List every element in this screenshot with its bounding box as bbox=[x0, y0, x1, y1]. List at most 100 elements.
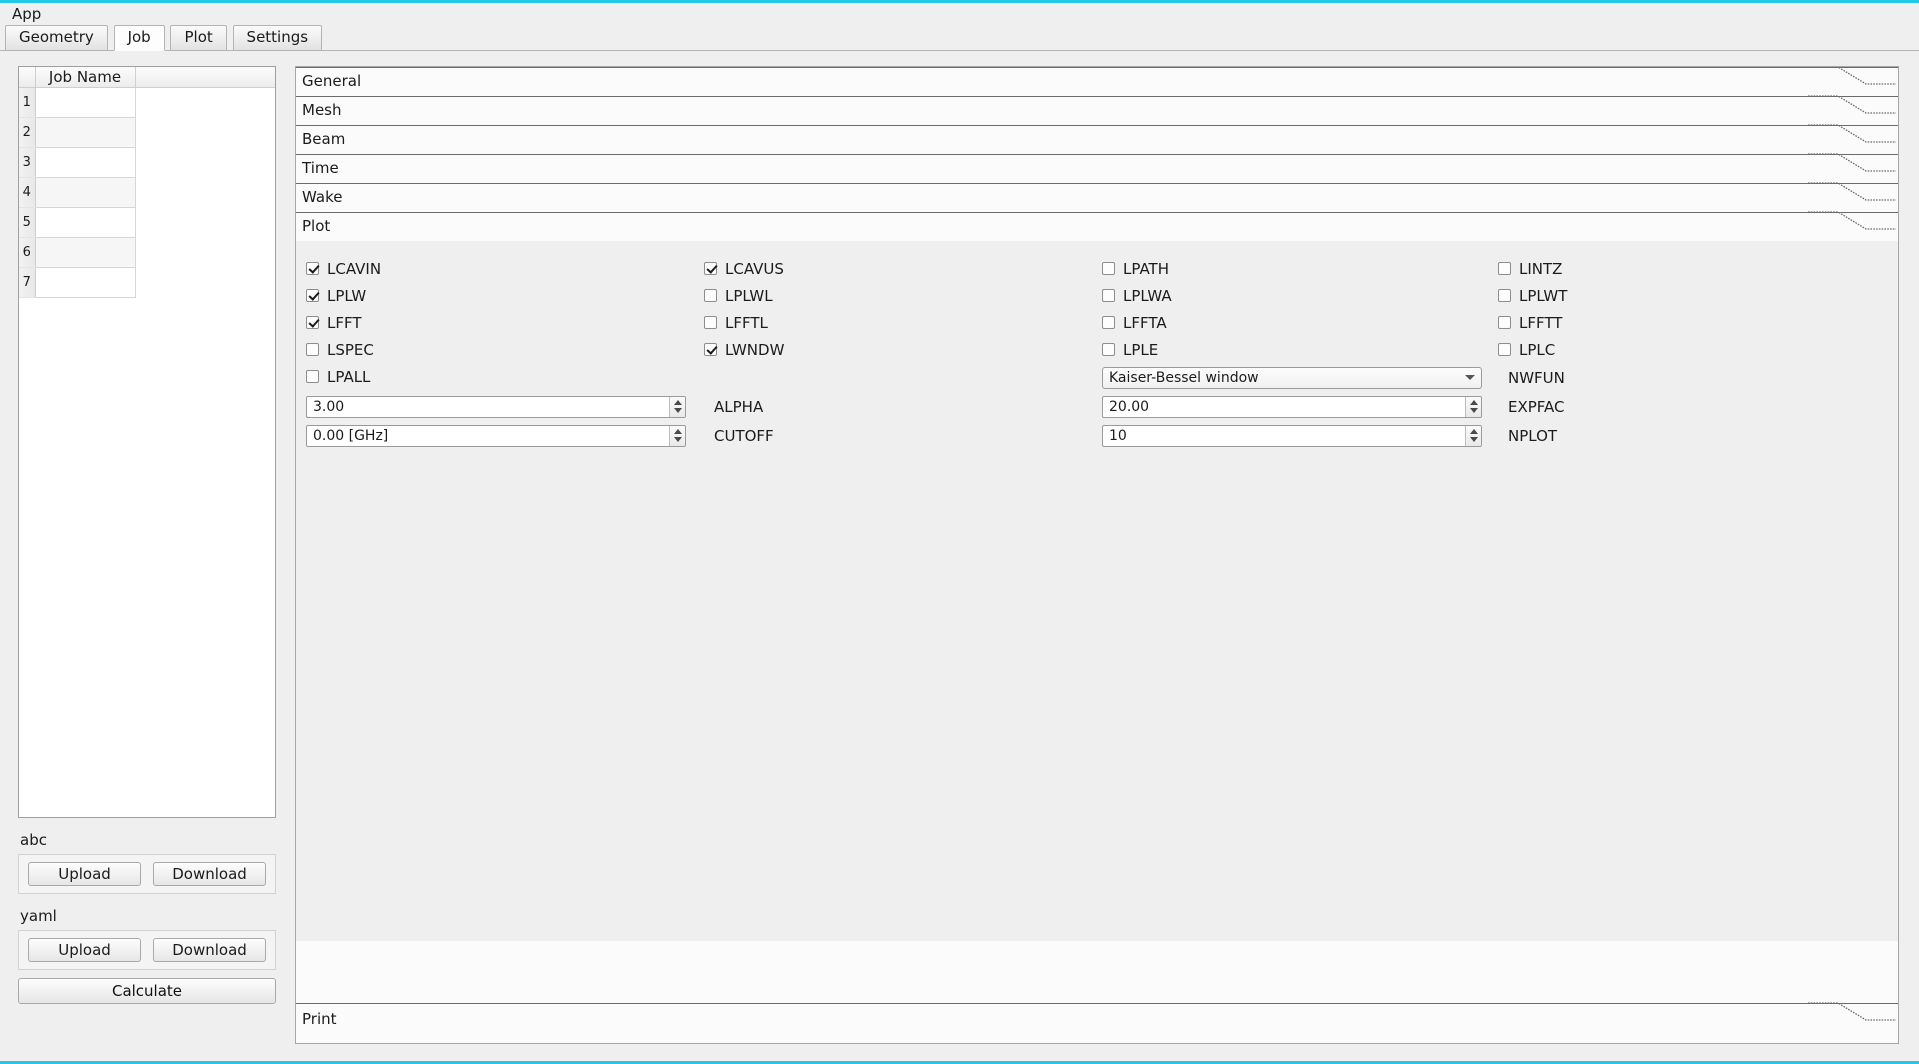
checkbox-lpall[interactable] bbox=[306, 370, 319, 383]
section-header-beam[interactable]: Beam bbox=[296, 124, 1898, 154]
checkbox-row-lpall[interactable]: LPALL bbox=[306, 363, 704, 390]
checkbox-row-lfft[interactable]: LFFT bbox=[306, 309, 704, 336]
cutoff-value[interactable]: 0.00 [GHz] bbox=[307, 428, 669, 444]
triangle-up-icon[interactable] bbox=[1469, 400, 1478, 405]
cutoff-stepper[interactable] bbox=[669, 425, 685, 446]
cell-job-name-3[interactable] bbox=[35, 147, 136, 178]
section-header-print[interactable]: Print bbox=[296, 1002, 1898, 1043]
checkbox-row-lintz[interactable]: LINTZ bbox=[1498, 255, 1894, 282]
cutoff-spinbox[interactable]: 0.00 [GHz] bbox=[306, 424, 686, 447]
checkbox-row-lfftl[interactable]: LFFTL bbox=[704, 309, 1102, 336]
chevron-down-icon[interactable] bbox=[1465, 375, 1475, 380]
triangle-down-icon[interactable] bbox=[1469, 437, 1478, 442]
tab-job[interactable]: Job bbox=[113, 25, 165, 51]
checkbox-lplw[interactable] bbox=[306, 289, 319, 302]
row-header-6[interactable]: 6 bbox=[19, 237, 36, 268]
section-header-general[interactable]: General bbox=[296, 67, 1898, 96]
section-plot: Plot LCAVIN LCAVUS LPATH LINTZ LPLW LPLW… bbox=[296, 211, 1898, 941]
section-header-wake[interactable]: Wake bbox=[296, 182, 1898, 212]
cell-job-name-4[interactable] bbox=[35, 177, 136, 208]
triangle-up-icon[interactable] bbox=[673, 400, 682, 405]
upload-yaml-button[interactable]: Upload bbox=[28, 938, 141, 962]
checkbox-lfftt[interactable] bbox=[1498, 316, 1511, 329]
checkbox-lspec[interactable] bbox=[306, 343, 319, 356]
expfac-spinbox[interactable]: 20.00 bbox=[1102, 395, 1482, 418]
checkbox-lplwl[interactable] bbox=[704, 289, 717, 302]
triangle-down-icon[interactable] bbox=[673, 437, 682, 442]
nplot-value[interactable]: 10 bbox=[1103, 428, 1465, 444]
tab-plot[interactable]: Plot bbox=[170, 25, 227, 50]
alpha-stepper[interactable] bbox=[669, 396, 685, 417]
nwfun-combobox[interactable]: Kaiser-Bessel window bbox=[1102, 366, 1482, 389]
nplot-stepper[interactable] bbox=[1465, 425, 1481, 446]
cell-job-name-6[interactable] bbox=[35, 237, 136, 268]
checkbox-lpath[interactable] bbox=[1102, 262, 1115, 275]
table-row[interactable]: 6 bbox=[19, 237, 275, 268]
checkbox-row-lffta[interactable]: LFFTA bbox=[1102, 309, 1498, 336]
checkbox-row-lspec[interactable]: LSPEC bbox=[306, 336, 704, 363]
table-row[interactable]: 4 bbox=[19, 177, 275, 208]
triangle-down-icon[interactable] bbox=[1469, 408, 1478, 413]
checkbox-row-lplwa[interactable]: LPLWA bbox=[1102, 282, 1498, 309]
checkbox-row-lplc[interactable]: LPLC bbox=[1498, 336, 1894, 363]
checkbox-row-lcavus[interactable]: LCAVUS bbox=[704, 255, 1102, 282]
checkbox-row-lplwt[interactable]: LPLWT bbox=[1498, 282, 1894, 309]
table-row[interactable]: 5 bbox=[19, 207, 275, 238]
expfac-value[interactable]: 20.00 bbox=[1103, 399, 1465, 415]
checkbox-lple[interactable] bbox=[1102, 343, 1115, 356]
table-row[interactable]: 3 bbox=[19, 147, 275, 178]
nplot-spinbox[interactable]: 10 bbox=[1102, 424, 1482, 447]
checkbox-lplwt[interactable] bbox=[1498, 289, 1511, 302]
checkbox-row-lcavin[interactable]: LCAVIN bbox=[306, 255, 704, 282]
checkbox-row-lplwl[interactable]: LPLWL bbox=[704, 282, 1102, 309]
row-header-4[interactable]: 4 bbox=[19, 177, 36, 208]
row-header-5[interactable]: 5 bbox=[19, 207, 36, 238]
section-header-plot[interactable]: Plot bbox=[296, 211, 1898, 241]
checkbox-lcavin[interactable] bbox=[306, 262, 319, 275]
checkbox-lfft[interactable] bbox=[306, 316, 319, 329]
checkbox-row-lpath[interactable]: LPATH bbox=[1102, 255, 1498, 282]
table-row[interactable]: 2 bbox=[19, 117, 275, 148]
table-row[interactable]: 1 bbox=[19, 87, 275, 118]
row-header-2[interactable]: 2 bbox=[19, 117, 36, 148]
alpha-spinbox[interactable]: 3.00 bbox=[306, 395, 686, 418]
checkbox-lintz[interactable] bbox=[1498, 262, 1511, 275]
checkbox-row-lfftt[interactable]: LFFTT bbox=[1498, 309, 1894, 336]
checkbox-lwndw[interactable] bbox=[704, 343, 717, 356]
row-header-3[interactable]: 3 bbox=[19, 147, 36, 178]
table-row[interactable]: 7 bbox=[19, 267, 275, 298]
triangle-up-icon[interactable] bbox=[1469, 429, 1478, 434]
column-header-job-name[interactable]: Job Name bbox=[35, 67, 135, 88]
cell-job-name-1[interactable] bbox=[35, 87, 136, 118]
left-panel: Job Name 1 2 3 4 5 6 7 abc Upload Downlo… bbox=[18, 66, 276, 1036]
tab-geometry[interactable]: Geometry bbox=[5, 25, 108, 50]
section-header-time[interactable]: Time bbox=[296, 153, 1898, 183]
job-table[interactable]: Job Name 1 2 3 4 5 6 7 bbox=[18, 66, 276, 818]
checkbox-lplwa[interactable] bbox=[1102, 289, 1115, 302]
checkbox-lffta[interactable] bbox=[1102, 316, 1115, 329]
section-label-time: Time bbox=[302, 159, 339, 177]
tab-settings[interactable]: Settings bbox=[232, 25, 323, 50]
expfac-stepper[interactable] bbox=[1465, 396, 1481, 417]
checkbox-row-lwndw[interactable]: LWNDW bbox=[704, 336, 1102, 363]
cell-job-name-5[interactable] bbox=[35, 207, 136, 238]
cell-job-name-7[interactable] bbox=[35, 267, 136, 298]
download-yaml-button[interactable]: Download bbox=[153, 938, 266, 962]
checkbox-row-lplw[interactable]: LPLW bbox=[306, 282, 704, 309]
row-header-1[interactable]: 1 bbox=[19, 87, 36, 118]
cell-job-name-2[interactable] bbox=[35, 117, 136, 148]
alpha-value[interactable]: 3.00 bbox=[307, 399, 669, 415]
checkbox-lfftl[interactable] bbox=[704, 316, 717, 329]
download-abc-button[interactable]: Download bbox=[153, 862, 266, 886]
section-collapse-indicator-icon bbox=[1808, 182, 1898, 206]
checkbox-lplc[interactable] bbox=[1498, 343, 1511, 356]
triangle-up-icon[interactable] bbox=[673, 429, 682, 434]
upload-abc-button[interactable]: Upload bbox=[28, 862, 141, 886]
calculate-button[interactable]: Calculate bbox=[18, 978, 276, 1004]
row-header-7[interactable]: 7 bbox=[19, 267, 36, 298]
checkbox-row-lple[interactable]: LPLE bbox=[1102, 336, 1498, 363]
checkbox-lcavus[interactable] bbox=[704, 262, 717, 275]
section-header-mesh[interactable]: Mesh bbox=[296, 95, 1898, 125]
triangle-down-icon[interactable] bbox=[673, 408, 682, 413]
io-group-yaml: Upload Download bbox=[18, 930, 276, 970]
